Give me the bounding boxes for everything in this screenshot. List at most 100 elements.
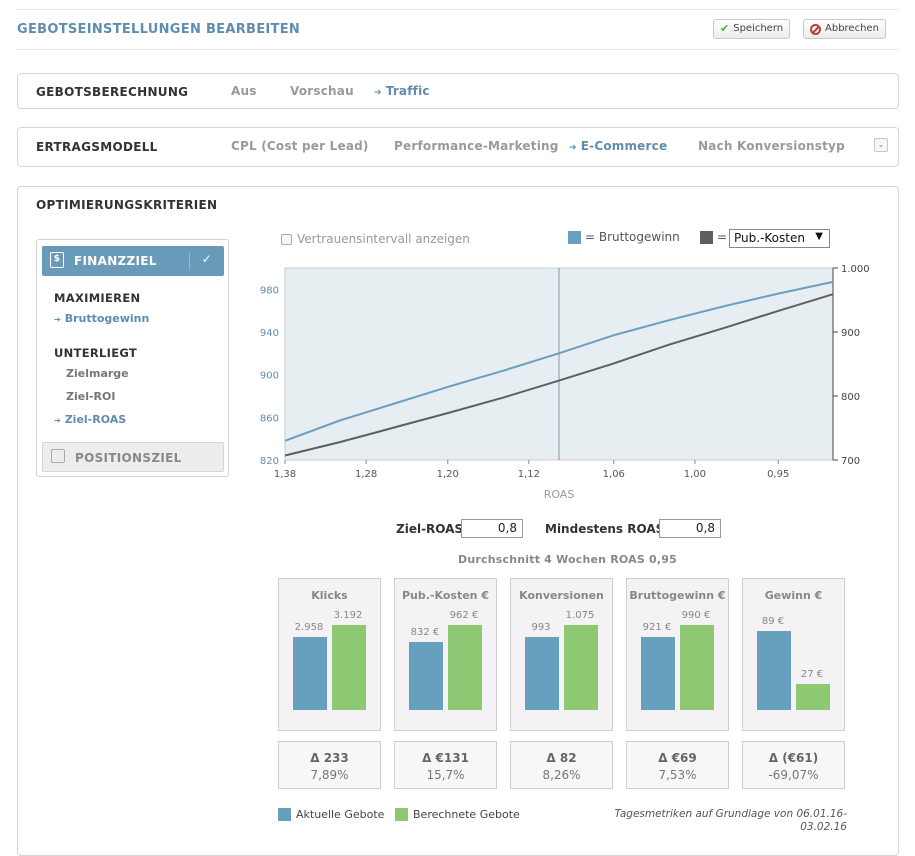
arrow-right-icon: ➔ [54,315,61,324]
revenue-option-cpl[interactable]: CPL (Cost per Lead) [231,139,369,153]
legend-gross-profit: = Bruttogewinn [568,230,680,244]
constraint-item-roi[interactable]: Ziel-ROI [66,390,115,403]
secondary-metric-select[interactable]: Pub.-Kosten ▼ [729,229,830,248]
min-roas-label: Mindestens ROAS [545,522,665,536]
constraint-item-margin[interactable]: Zielmarge [66,367,129,380]
target-roas-label: Ziel-ROAS [396,522,464,536]
current-value-label: 921 € [642,622,672,633]
confidence-interval-label: Vertrauensintervall anzeigen [297,232,470,246]
legend-swatch-gray [700,230,713,244]
delta-percent: 7,53% [658,768,697,782]
metric-delta-card: Δ 233 7,89% [278,741,381,789]
metric-card: Bruttogewinn € 921 € 990 € [626,578,729,731]
delta-percent: 8,26% [542,768,581,782]
constraint-heading: UNTERLIEGT [54,346,138,360]
delta-percent: 7,89% [310,768,349,782]
revenue-option-by-conversion[interactable]: Nach Konversionstyp [698,139,845,153]
y-left-tick-label: 860 [260,413,279,424]
position-goal-label: POSITIONSZIEL [75,451,182,465]
x-axis-label: ROAS [544,488,575,501]
metric-delta-card: Δ 82 8,26% [510,741,613,789]
save-label: Speichern [733,23,784,34]
revenue-option-performance[interactable]: Performance-Marketing [394,139,559,153]
optimization-title: OPTIMIERUNGSKRITERIEN [36,198,218,212]
target-roas-input[interactable]: 0,8 [461,519,523,538]
average-roas-text: Durchschnitt 4 Wochen ROAS 0,95 [458,553,677,566]
y-left-tick-label: 980 [260,285,279,296]
arrow-right-icon: ➔ [54,416,61,425]
metric-delta-card: Δ (€61) -69,07% [742,741,845,789]
x-tick-label: 1,06 [603,469,625,480]
x-tick-label: 1,38 [274,469,296,480]
cancel-icon [810,23,821,35]
arrow-right-icon: ➔ [374,88,382,98]
metric-title: Konversionen [519,589,604,602]
delta-value: Δ €131 [422,751,469,765]
metric-card: Klicks 2.958 3.192 [278,578,381,731]
constraint-item-roas[interactable]: ➔ Ziel-ROAS [54,413,126,426]
checkbox[interactable] [281,233,292,245]
x-tick-label: 0,95 [767,469,789,480]
legend-swatch-current [278,808,291,821]
revenue-model-panel: ERTRAGSMODELL CPL (Cost per Lead) Perfor… [17,127,899,167]
save-button[interactable]: ✔ Speichern [713,19,791,39]
revenue-option-ecommerce[interactable]: ➔ E-Commerce [569,139,667,153]
delta-value: Δ €69 [658,751,697,765]
roas-line-chart: 820 860 900 940 980 700 800 900 1.000 1,38 1,28 1,2… [260,264,870,501]
current-bar [641,637,675,710]
flag-icon [51,449,65,463]
divider [189,252,190,270]
cancel-button[interactable]: Abbrechen [803,19,886,39]
bid-calc-option-preview[interactable]: Vorschau [290,84,354,98]
legend-current-bids: Aktuelle Gebote [278,808,384,821]
metric-delta-card: Δ €131 15,7% [394,741,497,789]
delta-value: Δ (€61) [768,751,819,765]
current-bar [293,637,327,710]
bid-calc-option-off[interactable]: Aus [231,84,257,98]
calculated-bar [448,625,482,710]
y-right-tick-label: 1.000 [841,264,870,275]
y-right-tick-label: 900 [841,328,860,339]
cancel-label: Abbrechen [825,23,879,34]
current-bar [409,642,443,710]
footnote: Tagesmetriken auf Grundlage von 06.01.16… [614,808,847,833]
legend-swatch-calculated [395,808,408,821]
bid-calc-option-traffic[interactable]: ➔ Traffic [374,84,430,98]
x-tick-label: 1,12 [518,469,540,480]
calculated-value-label: 3.192 [333,610,363,621]
position-goal-tab[interactable]: POSITIONSZIEL [42,442,224,472]
metric-title: Pub.-Kosten € [402,589,489,602]
calculated-value-label: 962 € [449,610,479,621]
metric-card: Gewinn € 89 € 27 € [742,578,845,731]
current-value-label: 993 [531,622,551,633]
check-icon: ✓ [201,252,212,266]
confidence-interval-toggle[interactable]: Vertrauensintervall anzeigen [281,232,470,246]
metric-delta-card: Δ €69 7,53% [626,741,729,789]
legend-swatch-blue [568,230,581,244]
check-icon: ✔ [720,22,730,35]
bid-calc-panel: GEBOTSBERECHNUNG Aus Vorschau ➔ Traffic [17,73,899,109]
calculated-bar [564,625,598,710]
finance-goal-tab[interactable]: $ FINANZZIEL ✓ [42,246,224,276]
min-roas-input[interactable]: 0,8 [659,519,721,538]
x-tick-label: 1,00 [684,469,706,480]
calculated-bar [332,625,366,710]
calculated-bar [680,625,714,710]
dollar-icon: $ [50,252,64,268]
metric-title: Klicks [311,589,348,602]
collapse-icon[interactable]: ⌄ [874,138,888,152]
y-right-tick-label: 700 [841,456,860,467]
current-value-label: 2.958 [294,622,324,633]
x-tick-label: 1,28 [355,469,377,480]
y-right-tick-label: 800 [841,392,860,403]
delta-percent: 15,7% [426,768,465,782]
current-value-label: 89 € [761,616,785,627]
legend-secondary: = [700,230,727,244]
legend-calculated-bids: Berechnete Gebote [395,808,520,821]
page-title: GEBOTSEINSTELLUNGEN BEARBEITEN [17,22,301,37]
maximize-item-gross-profit[interactable]: ➔ Bruttogewinn [54,312,149,325]
metric-title: Bruttogewinn € [629,589,726,602]
metric-card: Pub.-Kosten € 832 € 962 € [394,578,497,731]
bid-calc-label: GEBOTSBERECHNUNG [36,85,189,99]
current-bar [757,631,791,710]
